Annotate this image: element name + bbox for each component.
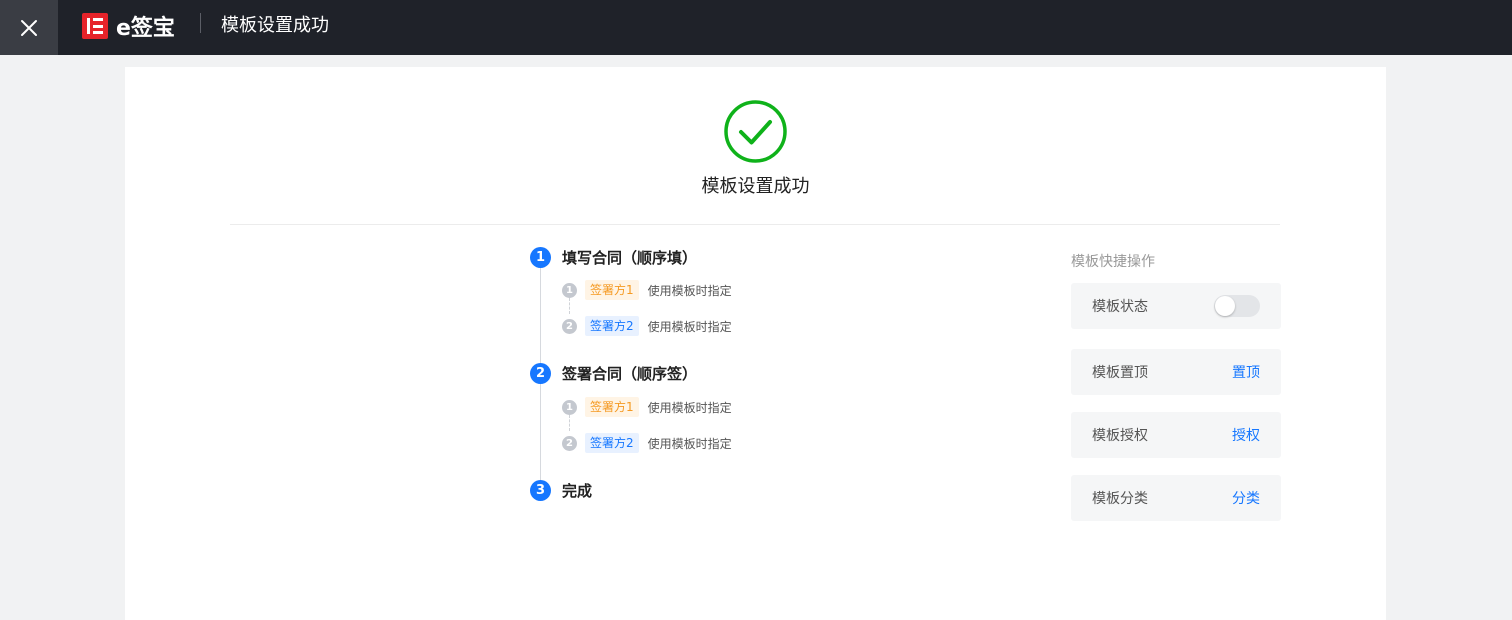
sub-step-number: 1 xyxy=(562,399,577,415)
signer-text: 使用模板时指定 xyxy=(647,436,732,451)
sub-step-connector xyxy=(569,298,570,314)
signer-tag: 签署方2 xyxy=(585,316,639,336)
signer-text: 使用模板时指定 xyxy=(647,283,732,298)
sub-step-connector xyxy=(569,415,570,431)
signer-text: 使用模板时指定 xyxy=(647,400,732,415)
step-3: 3 完成 xyxy=(530,480,592,501)
quick-item-category: 模板分类 分类 xyxy=(1071,475,1281,521)
step-number: 2 xyxy=(530,363,551,384)
quick-actions-title: 模板快捷操作 xyxy=(1071,254,1155,270)
signer-text: 使用模板时指定 xyxy=(647,319,732,334)
top-bar: e签宝 模板设置成功 xyxy=(0,0,1512,55)
category-link[interactable]: 分类 xyxy=(1232,488,1260,508)
close-icon xyxy=(21,19,37,36)
divider xyxy=(230,224,1280,225)
step-title: 签署合同（顺序签） xyxy=(562,365,698,383)
pin-to-top-link[interactable]: 置顶 xyxy=(1232,362,1260,382)
quick-item-authorize: 模板授权 授权 xyxy=(1071,412,1281,458)
quick-item-label: 模板授权 xyxy=(1092,428,1148,444)
signer-tag: 签署方1 xyxy=(585,280,639,300)
step-number: 1 xyxy=(530,247,551,268)
step-1-signer-1: 1 签署方1 使用模板时指定 xyxy=(562,280,732,300)
step-1: 1 填写合同（顺序填） xyxy=(530,247,697,268)
step-2: 2 签署合同（顺序签） xyxy=(530,363,697,384)
quick-item-template-status: 模板状态 xyxy=(1071,283,1281,329)
quick-item-label: 模板置顶 xyxy=(1092,365,1148,381)
signer-tag: 签署方2 xyxy=(585,433,639,453)
page-title: 模板设置成功 xyxy=(221,15,329,36)
quick-item-pin: 模板置顶 置顶 xyxy=(1071,349,1281,395)
success-title: 模板设置成功 xyxy=(701,176,810,197)
steps-timeline: 1 填写合同（顺序填） 1 签署方1 使用模板时指定 2 签署方2 使用模板时指… xyxy=(530,247,930,507)
check-circle-icon xyxy=(724,100,787,163)
logo-text: e签宝 xyxy=(116,16,175,41)
step-title: 完成 xyxy=(562,482,593,500)
step-2-signer-1: 1 签署方1 使用模板时指定 xyxy=(562,397,732,417)
close-button[interactable] xyxy=(0,0,58,55)
sub-step-number: 2 xyxy=(562,318,577,334)
step-1-signer-2: 2 签署方2 使用模板时指定 xyxy=(562,316,732,336)
step-title: 填写合同（顺序填） xyxy=(562,249,698,267)
header-divider xyxy=(200,13,201,33)
step-2-signer-2: 2 签署方2 使用模板时指定 xyxy=(562,433,732,453)
sub-step-number: 1 xyxy=(562,282,577,298)
logo-mark-icon xyxy=(82,13,108,39)
quick-item-label: 模板分类 xyxy=(1092,491,1148,507)
sub-step-number: 2 xyxy=(562,435,577,451)
quick-item-label: 模板状态 xyxy=(1092,299,1148,315)
esign-logo: e签宝 xyxy=(82,13,175,41)
template-status-toggle[interactable] xyxy=(1214,295,1260,317)
signer-tag: 签署方1 xyxy=(585,397,639,417)
toggle-knob xyxy=(1215,296,1235,316)
result-card: 模板设置成功 1 填写合同（顺序填） 1 签署方1 使用模板时指定 2 签署方2… xyxy=(125,67,1386,620)
authorize-link[interactable]: 授权 xyxy=(1232,425,1260,445)
step-number: 3 xyxy=(530,480,551,501)
